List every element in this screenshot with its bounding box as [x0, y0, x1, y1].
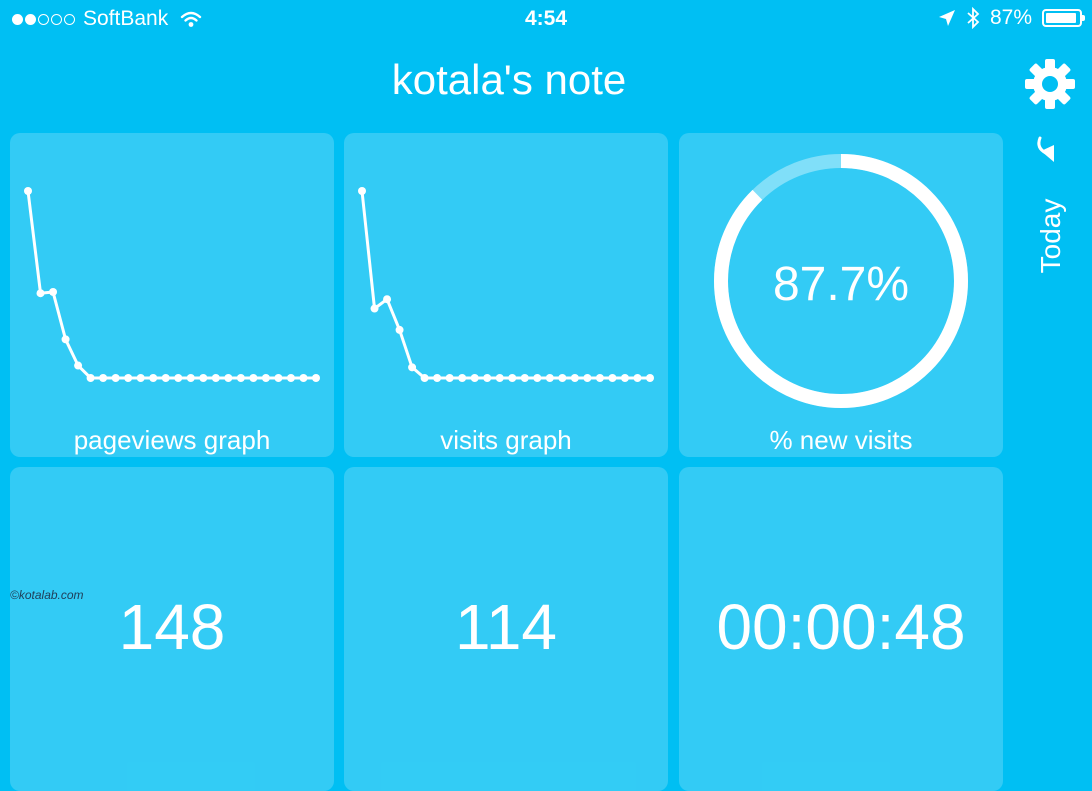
data-point [458, 374, 467, 382]
data-point [36, 289, 45, 298]
copyright-text: ©kotalab.com [10, 588, 84, 602]
data-point [370, 304, 379, 313]
series-line [360, 190, 650, 380]
data-point [395, 325, 404, 334]
data-point [299, 374, 308, 382]
data-point [124, 374, 133, 382]
pageviews-label: pageviews graph [73, 425, 271, 455]
data-point [61, 335, 70, 344]
tile-value: 148 [118, 591, 226, 663]
data-point [211, 374, 220, 382]
battery-percent: 87% [989, 6, 1032, 29]
sessions-tile[interactable]: 148 [10, 467, 334, 791]
data-point [470, 374, 479, 382]
avg-duration-tile[interactable]: 00:00:48 [679, 467, 1003, 791]
data-point [111, 374, 120, 382]
refresh-arrow-icon [1037, 136, 1054, 162]
today-label: Today [1035, 198, 1066, 274]
battery-icon [1042, 9, 1085, 27]
status-bar: SoftBank 4:54 87% [0, 0, 1092, 40]
data-point [224, 374, 233, 382]
data-point [49, 287, 58, 296]
data-point [161, 374, 170, 382]
data-point [545, 374, 554, 382]
pageviews-tile[interactable]: pageviews graph [10, 133, 334, 457]
data-point [408, 363, 417, 372]
data-point [249, 374, 258, 382]
data-point [420, 374, 429, 382]
data-point [136, 374, 145, 382]
data-point [620, 374, 629, 382]
series-line [26, 190, 316, 380]
data-point [286, 374, 295, 382]
data-point [274, 374, 283, 382]
new-visits-tile[interactable]: 87.7% % new visits [679, 133, 1003, 457]
data-point [74, 361, 83, 370]
data-point [186, 374, 195, 382]
data-point [583, 374, 592, 382]
data-point [174, 374, 183, 382]
bluetooth-icon [967, 7, 980, 29]
pageviews-graph [24, 187, 320, 382]
data-point [595, 374, 604, 382]
data-point [483, 374, 492, 382]
data-point [445, 374, 454, 382]
visits-graph [358, 187, 654, 382]
data-point [149, 374, 158, 382]
data-point [495, 374, 504, 382]
tile-value: 00:00:48 [716, 591, 966, 663]
visits-tile[interactable]: visits graph [344, 133, 668, 457]
data-point [508, 374, 517, 382]
tile-value: 114 [454, 591, 558, 663]
data-point [608, 374, 617, 382]
data-point [86, 374, 95, 382]
page-title: kotala's note [391, 56, 627, 103]
location-arrow-icon [938, 10, 955, 26]
data-point [533, 374, 542, 382]
data-point [312, 374, 320, 382]
data-point [358, 187, 366, 195]
new-visits-value: 87.7% [772, 258, 910, 311]
status-time: 4:54 [524, 7, 568, 30]
status-right: 87% [938, 6, 1085, 30]
data-point [646, 374, 654, 382]
gear-icon[interactable] [1024, 58, 1076, 110]
data-point [558, 374, 567, 382]
visits-label: visits graph [440, 425, 572, 455]
data-point [261, 374, 270, 382]
data-point [633, 374, 642, 382]
data-point [570, 374, 579, 382]
data-point [383, 295, 392, 304]
data-point [99, 374, 108, 382]
data-point [520, 374, 529, 382]
data-point [433, 374, 442, 382]
today-toggle[interactable]: Today [1022, 130, 1078, 280]
data-point [236, 374, 245, 382]
data-point [24, 187, 32, 195]
users-tile[interactable]: 114 [344, 467, 668, 791]
data-point [199, 374, 208, 382]
new-visits-label: % new visits [769, 425, 913, 455]
